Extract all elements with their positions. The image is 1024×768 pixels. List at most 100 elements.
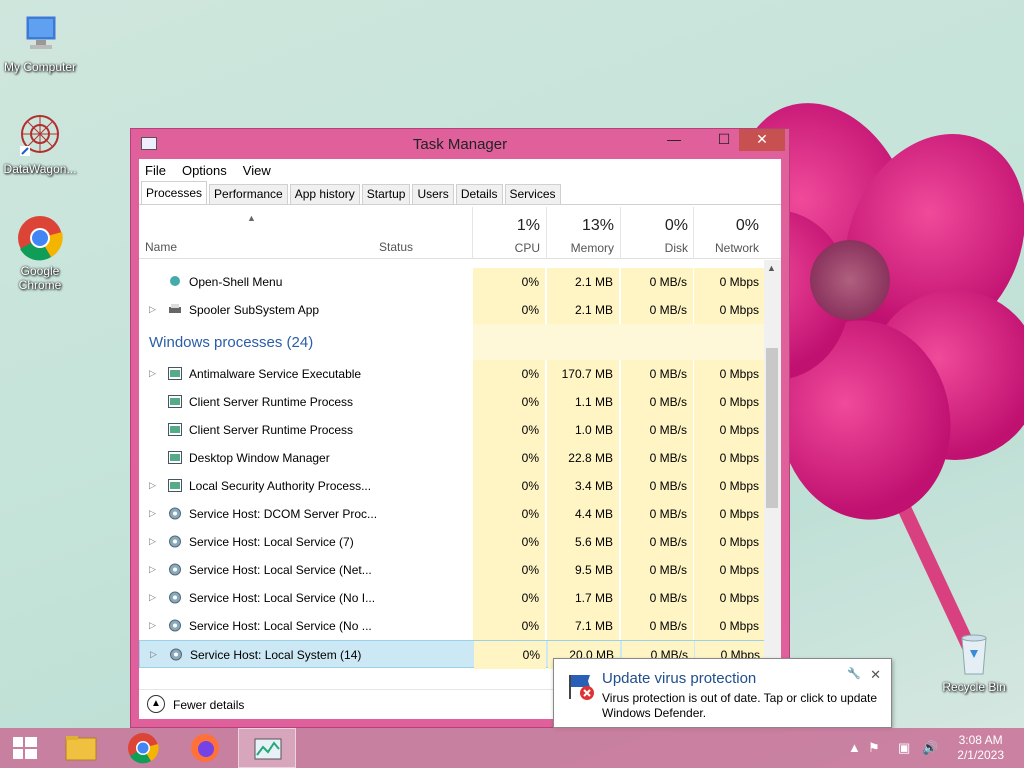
- memory-cell: 7.1 MB: [547, 612, 619, 640]
- group-label: Windows processes (24): [149, 334, 314, 351]
- memory-label: Memory: [570, 241, 614, 255]
- desktop-icon-my-computer[interactable]: My Computer: [0, 10, 80, 74]
- cpu-cell: 0%: [473, 296, 545, 324]
- volume-icon[interactable]: 🔊: [922, 740, 938, 756]
- expand-chevron-icon[interactable]: ▷: [150, 649, 157, 660]
- tab-startup[interactable]: Startup: [361, 184, 411, 204]
- process-name: Client Server Runtime Process: [189, 395, 354, 409]
- header-status[interactable]: Status: [379, 240, 413, 254]
- disk-cell: 0 MB/s: [621, 444, 693, 472]
- tab-services[interactable]: Services: [504, 184, 561, 204]
- taskbar-firefox[interactable]: [176, 728, 234, 768]
- gear-icon: [169, 648, 183, 661]
- group-header[interactable]: Windows processes (24): [139, 324, 765, 360]
- cpu-cell: 0%: [473, 268, 545, 296]
- process-name: Service Host: Local Service (No ...: [189, 619, 372, 633]
- tab-users[interactable]: Users: [412, 184, 454, 204]
- defender-warning-icon[interactable]: ⚑: [868, 740, 880, 756]
- network-icon[interactable]: ▣: [898, 740, 910, 756]
- header-disk[interactable]: 0% Disk: [620, 207, 694, 259]
- tab-processes[interactable]: Processes: [141, 181, 208, 204]
- cpu-cell: 0%: [474, 641, 546, 669]
- table-row[interactable]: Desktop Window Manager 0% 22.8 MB 0 MB/s…: [139, 444, 765, 472]
- menu-options[interactable]: Options: [182, 163, 227, 178]
- memory-cell: 5.6 MB: [547, 528, 619, 556]
- table-row[interactable]: ▷ Service Host: Local Service (Net... 0%…: [139, 556, 765, 584]
- network-cell: 0 Mbps: [694, 612, 765, 640]
- defender-flag-icon: [566, 671, 596, 701]
- process-name: Service Host: Local Service (No I...: [189, 591, 376, 605]
- clock[interactable]: 3:08 AM 2/1/2023: [957, 733, 1004, 763]
- table-row[interactable]: ▷ Service Host: DCOM Server Proc... 0% 4…: [139, 500, 765, 528]
- network-label: Network: [714, 241, 759, 255]
- network-cell: 0 Mbps: [694, 416, 765, 444]
- expand-chevron-icon[interactable]: ▷: [149, 536, 156, 547]
- vertical-scrollbar[interactable]: ▲: [764, 260, 781, 690]
- app-window-icon: [168, 479, 182, 492]
- network-cell: 0 Mbps: [694, 388, 765, 416]
- process-name: Service Host: DCOM Server Proc...: [189, 507, 378, 521]
- tab-details[interactable]: Details: [455, 184, 503, 204]
- fewer-details-link[interactable]: Fewer details: [173, 698, 244, 712]
- table-row[interactable]: Client Server Runtime Process 0% 1.1 MB …: [139, 388, 765, 416]
- expand-chevron-icon[interactable]: ▷: [149, 368, 156, 379]
- wrench-icon[interactable]: 🔧: [847, 667, 861, 680]
- memory-cell: 2.1 MB: [547, 268, 619, 296]
- desktop-icon-label: DataWagon...: [3, 162, 77, 176]
- memory-total: 13%: [581, 217, 614, 234]
- start-button[interactable]: [0, 728, 58, 768]
- show-hidden-icons-icon[interactable]: ▲: [848, 740, 861, 755]
- process-name: Service Host: Local Service (7): [189, 535, 354, 549]
- chrome-icon: [16, 214, 64, 262]
- table-row[interactable]: ▷ Local Security Authority Process... 0%…: [139, 472, 765, 500]
- desktop-icon-recycle-bin[interactable]: Recycle Bin: [934, 630, 1014, 694]
- minimize-button[interactable]: —: [659, 129, 689, 151]
- scroll-up-icon[interactable]: ▲: [767, 263, 776, 273]
- menu-file[interactable]: File: [145, 163, 166, 178]
- taskbar-task-manager[interactable]: [238, 728, 296, 768]
- table-row[interactable]: ▷ Antimalware Service Executable 0% 170.…: [139, 360, 765, 388]
- desktop-icon-label: My Computer: [3, 60, 77, 74]
- expand-chevron-icon[interactable]: ▷: [149, 592, 156, 603]
- table-row[interactable]: Client Server Runtime Process 0% 1.0 MB …: [139, 416, 765, 444]
- title-bar[interactable]: Task Manager — ☐ ✕: [131, 129, 789, 159]
- toast-close-icon[interactable]: ✕: [870, 667, 881, 683]
- header-name[interactable]: Name: [145, 240, 177, 254]
- expand-chevron-icon[interactable]: ▷: [149, 508, 156, 519]
- memory-cell: 170.7 MB: [547, 360, 619, 388]
- expand-chevron-icon[interactable]: ▷: [149, 304, 156, 315]
- table-row[interactable]: ▷ Spooler SubSystem App 0% 2.1 MB 0 MB/s…: [139, 296, 765, 324]
- taskbar-chrome[interactable]: [114, 728, 172, 768]
- table-row[interactable]: ▷ Service Host: Local Service (No ... 0%…: [139, 612, 765, 640]
- desktop-icon-chrome[interactable]: Google Chrome: [0, 214, 80, 292]
- cpu-cell: 0%: [473, 500, 545, 528]
- expand-chevron-icon[interactable]: ▷: [149, 620, 156, 631]
- chrome-icon: [128, 733, 159, 764]
- taskbar-explorer[interactable]: [52, 728, 110, 768]
- header-network[interactable]: 0% Network: [693, 207, 765, 259]
- disk-cell: 0 MB/s: [621, 612, 693, 640]
- network-cell: 0 Mbps: [694, 472, 765, 500]
- tab-app-history[interactable]: App history: [289, 184, 360, 204]
- close-button[interactable]: ✕: [739, 129, 785, 151]
- cpu-label: CPU: [514, 241, 540, 255]
- table-row[interactable]: ▷ Service Host: Local Service (7) 0% 5.6…: [139, 528, 765, 556]
- expand-chevron-icon[interactable]: ▷: [149, 564, 156, 575]
- firefox-icon: [191, 734, 219, 762]
- desktop-icon-datawagon[interactable]: DataWagon...: [0, 112, 80, 176]
- header-cpu[interactable]: 1% CPU: [472, 207, 546, 259]
- disk-cell: 0 MB/s: [621, 296, 693, 324]
- chevron-up-icon[interactable]: ▲: [147, 695, 165, 713]
- expand-chevron-icon[interactable]: ▷: [149, 480, 156, 491]
- desktop-icon-label: Google Chrome: [18, 264, 62, 292]
- header-memory[interactable]: 13% Memory: [546, 207, 620, 259]
- tab-performance[interactable]: Performance: [209, 184, 288, 204]
- disk-cell: 0 MB/s: [621, 528, 693, 556]
- scrollbar-thumb[interactable]: [766, 348, 778, 508]
- notification-toast[interactable]: Update virus protection Virus protection…: [553, 658, 892, 728]
- menu-view[interactable]: View: [243, 163, 271, 178]
- process-name: Antimalware Service Executable: [189, 367, 362, 381]
- table-row[interactable]: Open-Shell Menu 0% 2.1 MB 0 MB/s 0 Mbps: [139, 268, 765, 296]
- table-row[interactable]: ▷ Service Host: Local Service (No I... 0…: [139, 584, 765, 612]
- maximize-button[interactable]: ☐: [709, 129, 739, 151]
